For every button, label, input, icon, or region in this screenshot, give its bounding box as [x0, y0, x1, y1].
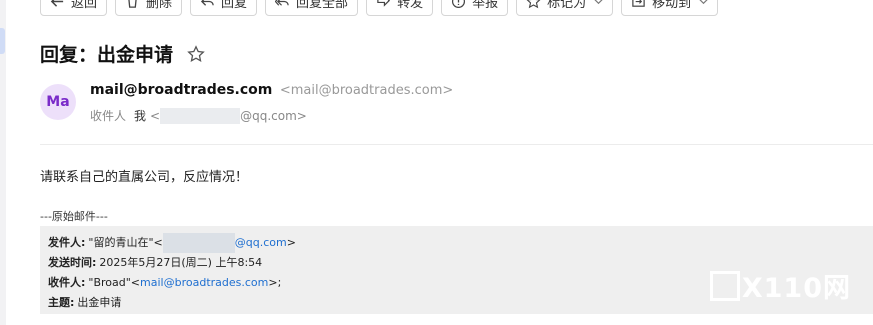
avatar-initials: Ma — [46, 94, 70, 110]
email-subject: 回复：出金申请 — [40, 44, 174, 66]
delete-button-label: 删除 — [146, 0, 173, 11]
move-to-dropdown[interactable]: 移动到 — [621, 0, 719, 16]
quoted-from-domain[interactable]: @qq.com — [235, 233, 287, 253]
quoted-to-close: >; — [268, 276, 282, 289]
email-body: 请联系自己的直属公司，反应情况！ — [40, 170, 249, 185]
quoted-date-value: 2025年5月27日(周二) 上午8:54 — [99, 256, 263, 269]
header-divider — [40, 144, 873, 145]
report-button[interactable]: 举报 — [441, 0, 509, 16]
back-arrow-icon — [50, 0, 64, 7]
redacted-block — [162, 233, 235, 253]
sender-name[interactable]: mail@broadtrades.com — [90, 82, 272, 98]
email-toolbar: 返回 删除 回复 回复全部 转发 举报 标记为 移动到 — [40, 0, 719, 16]
sender-line: mail@broadtrades.com <mail@broadtrades.c… — [90, 82, 453, 98]
delete-button[interactable]: 删除 — [115, 0, 183, 16]
recipient-prefix: < — [150, 108, 161, 123]
report-button-label: 举报 — [472, 0, 499, 11]
star-icon — [527, 0, 540, 8]
reply-all-button[interactable]: 回复全部 — [265, 0, 359, 16]
forward-button-label: 转发 — [397, 0, 424, 11]
quoted-date-label: 发送时间: — [48, 256, 97, 269]
recipient-domain: @qq.com> — [240, 108, 307, 123]
back-button-label: 返回 — [71, 0, 98, 11]
star-icon[interactable] — [187, 44, 205, 63]
move-to-label: 移动到 — [652, 0, 692, 11]
move-icon — [632, 0, 645, 7]
trash-icon — [128, 0, 137, 8]
recipient-name[interactable]: 我 — [134, 107, 146, 124]
quoted-to-email[interactable]: mail@broadtrades.com — [140, 273, 268, 293]
quoted-from-row: 发件人: "留的青山在"< @qq.com > — [48, 233, 873, 253]
quoted-from-close: > — [286, 236, 296, 249]
active-folder-marker — [0, 28, 5, 54]
back-button[interactable]: 返回 — [40, 0, 108, 16]
redacted-block — [160, 107, 241, 124]
quoted-to-name: "Broad"< — [88, 276, 141, 289]
quoted-from-label: 发件人: — [48, 236, 86, 249]
reply-button-label: 回复 — [221, 0, 248, 11]
original-mail-separator: ---原始邮件--- — [40, 210, 108, 223]
quoted-from-name: "留的青山在"< — [88, 236, 163, 249]
forward-icon — [377, 0, 391, 7]
sender-address: <mail@broadtrades.com> — [279, 83, 454, 98]
watermark-text: X110网 — [741, 273, 851, 304]
mark-as-label: 标记为 — [547, 0, 587, 11]
reply-icon — [200, 0, 214, 6]
report-icon — [452, 0, 466, 8]
quoted-subject-label: 主题: — [48, 296, 75, 309]
recipient-line: 收件人 我 < @qq.com> — [90, 107, 307, 124]
chevron-down-icon — [594, 0, 603, 4]
quoted-to-label: 收件人: — [48, 276, 86, 289]
avatar: Ma — [40, 84, 76, 120]
reply-all-icon — [275, 0, 289, 6]
watermark-logo-icon — [709, 270, 740, 301]
forward-button[interactable]: 转发 — [366, 0, 434, 16]
watermark: X110网 — [709, 266, 851, 305]
recipients-label: 收件人 — [90, 109, 127, 123]
left-sidebar-edge — [0, 0, 6, 325]
reply-button[interactable]: 回复 — [190, 0, 258, 16]
reply-all-button-label: 回复全部 — [296, 0, 349, 11]
chevron-down-icon — [699, 0, 708, 4]
mark-as-dropdown[interactable]: 标记为 — [516, 0, 614, 16]
subject-row: 回复：出金申请 — [40, 40, 205, 67]
quoted-subject-value: 出金申请 — [77, 296, 122, 309]
